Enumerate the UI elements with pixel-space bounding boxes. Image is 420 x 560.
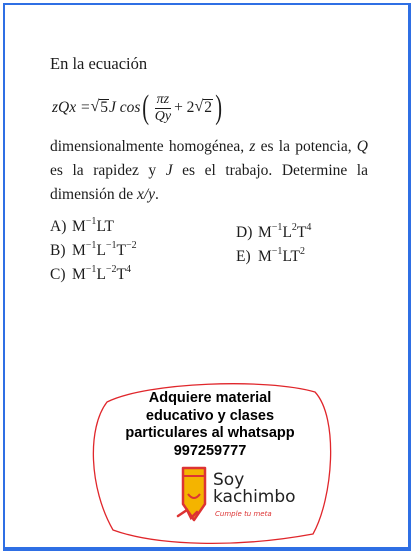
dimension-symbol: M xyxy=(258,248,272,265)
equation-plus-term: + 2 xyxy=(174,99,195,116)
variable-symbol: Q xyxy=(356,138,368,155)
sqrt-five: √ 5 xyxy=(90,98,109,117)
dimension-symbol: L xyxy=(282,224,292,241)
option-letter: A) xyxy=(50,218,67,235)
option-c[interactable]: C) M−1L−2T4 xyxy=(50,264,131,284)
whatsapp-number[interactable]: 997259777 xyxy=(107,443,313,461)
option-d[interactable]: D) M−1L2T4 xyxy=(236,222,311,242)
statement-text: . xyxy=(155,186,159,203)
intro-text: En la ecuación xyxy=(50,54,148,73)
exponent: 2 xyxy=(299,246,305,257)
option-b[interactable]: B) M−1L−1T−2 xyxy=(50,240,137,260)
exponent: −1 xyxy=(85,264,97,275)
dimension-symbol: M xyxy=(72,266,86,283)
dimension-symbol: T xyxy=(296,224,307,241)
option-a[interactable]: A) M−1LT xyxy=(50,216,114,236)
promo-banner: Adquiere material educativo y clases par… xyxy=(87,378,333,548)
statement-text: es la rapidez y xyxy=(50,162,166,179)
brand-name: Soy kachimbo xyxy=(213,470,296,507)
dimension-symbol: M xyxy=(258,224,272,241)
option-e[interactable]: E) M−1LT2 xyxy=(236,246,305,266)
equation: zQx = √ 5 J cos ( πz Qy + 2 √ 2 ) xyxy=(52,89,223,126)
equation-fraction: πz Qy xyxy=(154,92,172,124)
problem-statement: dimensionalmente homogénea, z es la pote… xyxy=(50,135,368,207)
dimension-symbol: LT xyxy=(282,248,300,265)
statement-text: es la potencia, xyxy=(255,138,357,155)
dimension-symbol: T xyxy=(116,242,127,259)
dimension-symbol: T xyxy=(116,266,127,283)
exponent: 4 xyxy=(126,264,132,275)
exponent: −1 xyxy=(271,222,283,233)
option-letter: C) xyxy=(50,266,66,283)
dimension-symbol: L xyxy=(96,242,106,259)
exponent: −1 xyxy=(271,246,283,257)
exponent: −1 xyxy=(85,240,97,251)
soy-kachimbo-logo: Soy kachimbo Cumple tu meta xyxy=(175,464,296,528)
variable-symbol: J xyxy=(165,162,173,179)
dimension-symbol: LT xyxy=(96,218,114,235)
sqrt-two: √ 2 xyxy=(194,98,213,117)
promo-text: Adquiere material educativo y clases par… xyxy=(107,390,313,460)
exponent: −1 xyxy=(105,240,117,251)
equation-lhs: zQx = xyxy=(52,99,91,116)
dimension-symbol: L xyxy=(96,266,106,283)
pencil-icon xyxy=(176,466,207,522)
option-letter: B) xyxy=(50,242,66,259)
dimension-symbol: M xyxy=(72,218,86,235)
exponent: −1 xyxy=(85,216,97,227)
equation-cos: J cos xyxy=(108,99,141,116)
exponent: 4 xyxy=(306,222,312,233)
variable-symbol: x/y xyxy=(136,186,156,203)
statement-text: dimensionalmente homogénea, xyxy=(50,138,250,155)
option-letter: E) xyxy=(236,248,251,265)
dimension-symbol: M xyxy=(72,242,86,259)
exponent: −2 xyxy=(105,264,117,275)
brand-tagline: Cumple tu meta xyxy=(215,510,272,518)
option-letter: D) xyxy=(236,224,253,241)
exponent: −2 xyxy=(126,240,137,251)
